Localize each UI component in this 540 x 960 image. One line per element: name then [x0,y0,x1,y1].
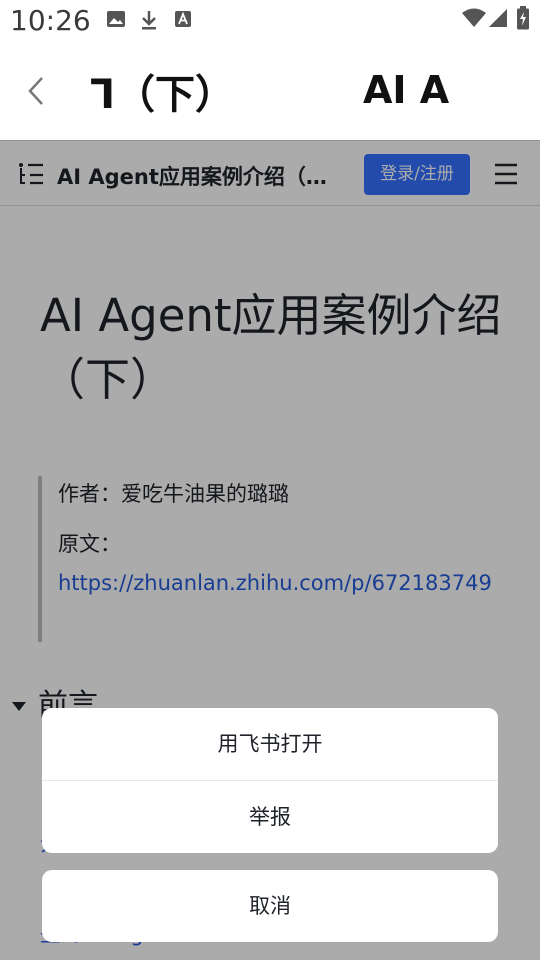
page-title-marquee-next: AI A [363,68,450,112]
open-in-feishu-option[interactable]: 用飞书打开 [42,708,498,780]
report-option[interactable]: 举报 [42,781,498,853]
signal-icon [488,8,508,32]
app-notification-icon [174,10,192,32]
wifi-icon [462,8,486,32]
cancel-sheet: 取消 [42,870,498,942]
status-time: 10:26 [10,4,91,37]
page-title-marquee: ᒣ（下） [90,72,236,118]
cancel-button[interactable]: 取消 [42,870,498,942]
back-button[interactable] [24,72,52,110]
app-title-bar: ᒣ（下） AI A [0,42,540,140]
download-notification-icon [140,10,158,34]
action-sheet: 用飞书打开 举报 [42,708,498,853]
battery-icon [516,6,530,34]
status-bar: 10:26 [0,0,540,42]
image-notification-icon [106,10,126,32]
